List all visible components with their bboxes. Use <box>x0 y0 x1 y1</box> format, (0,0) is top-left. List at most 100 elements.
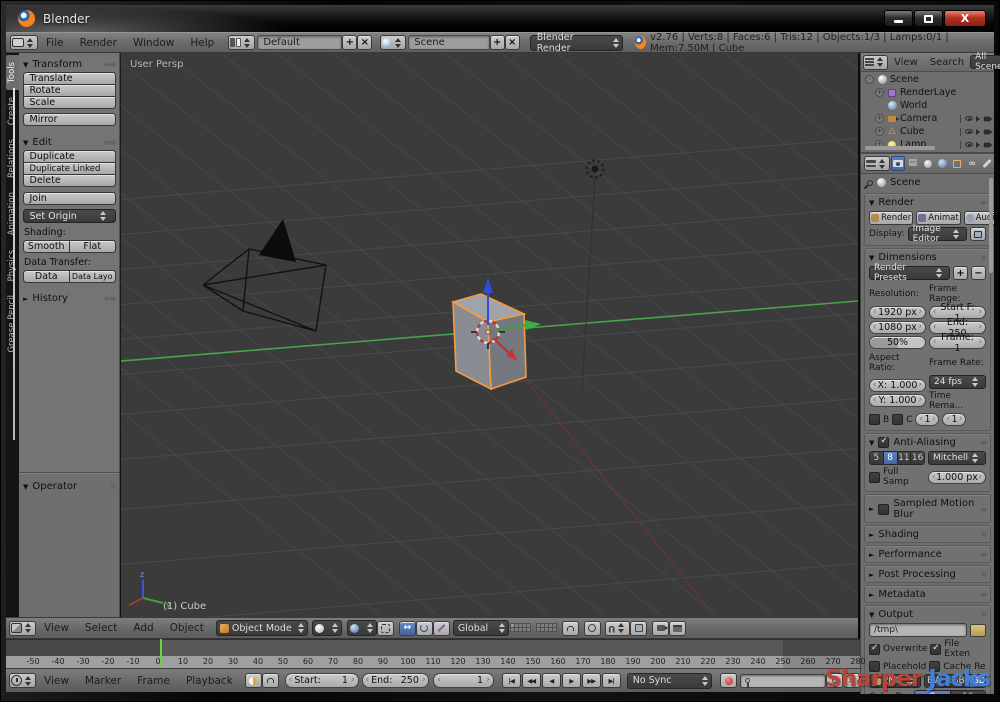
3dview-menu-view[interactable]: View <box>36 622 77 634</box>
minimize-button[interactable] <box>884 10 913 27</box>
render-panel-header[interactable]: ▼Render≡ <box>865 194 990 210</box>
data-transfer-data-button[interactable]: Data <box>23 270 70 283</box>
render-animation-button[interactable]: Animat <box>916 211 960 225</box>
selectability-cursor-icon[interactable] <box>976 116 980 122</box>
aa-sample-5[interactable]: 5 <box>870 452 884 464</box>
frame-step-field[interactable]: ‹Frame: 1› <box>929 336 986 349</box>
snap-target-button[interactable] <box>630 621 647 636</box>
timeline-ruler[interactable]: -50-40-30-20-100102030405060708090100110… <box>6 656 860 668</box>
panel-header-metadata[interactable]: ►Metadata≡ <box>865 586 990 602</box>
aspect-y-field[interactable]: ‹Y: 1.000› <box>869 394 926 407</box>
render-engine-dropdown[interactable]: Blender Render <box>530 35 623 51</box>
close-button[interactable]: X <box>944 10 986 27</box>
proportional-edit-toggle[interactable] <box>584 621 601 636</box>
layer-cell[interactable] <box>526 627 531 632</box>
keying-highlight-toggle[interactable] <box>245 673 262 688</box>
selectability-cursor-icon[interactable] <box>976 129 980 135</box>
outliner-scrollbar[interactable] <box>865 146 935 150</box>
menu-file[interactable]: File <box>38 37 72 49</box>
antialiasing-panel-header[interactable]: ▼ Anti-Aliasing≡ <box>865 434 990 450</box>
expander-icon[interactable]: + <box>875 127 884 136</box>
3dview-editor-type-icon[interactable] <box>9 621 36 636</box>
world-tab[interactable] <box>936 156 950 171</box>
modifiers-tab[interactable] <box>980 156 994 171</box>
object-tab[interactable] <box>950 156 964 171</box>
frame-start-input[interactable]: ‹Start:1› <box>285 673 359 688</box>
delete-button[interactable]: Delete <box>23 174 116 187</box>
snap-dropdown[interactable]: U <box>605 621 630 636</box>
panel-checkbox[interactable] <box>878 504 889 515</box>
timeline-editor-type-icon[interactable] <box>9 673 36 688</box>
resolution-percentage-slider[interactable]: 50% <box>869 336 926 349</box>
outliner-menu-search[interactable]: Search <box>924 57 970 68</box>
viewport-shading-dropdown[interactable] <box>312 620 342 636</box>
screen-layout-name-input[interactable]: Default <box>257 35 342 50</box>
display-options-button[interactable] <box>970 227 986 241</box>
timeline-menu-view[interactable]: View <box>36 675 77 687</box>
render-tab[interactable] <box>891 156 905 171</box>
overwrite-checkbox[interactable] <box>869 644 880 655</box>
current-frame-input[interactable]: ‹1› <box>433 673 493 688</box>
renderability-camera-icon[interactable] <box>984 116 990 121</box>
timeline-menu-frame[interactable]: Frame <box>129 675 178 687</box>
visibility-eye-icon[interactable] <box>965 142 973 147</box>
expander-icon[interactable]: + <box>875 88 884 97</box>
expander-icon[interactable]: - <box>865 75 874 84</box>
opengl-render-button[interactable] <box>652 621 669 636</box>
3d-viewport[interactable]: z y User Persp (1) Cube <box>121 53 858 617</box>
menu-render[interactable]: Render <box>72 37 125 49</box>
outliner-item-camera[interactable]: +Camera| <box>861 112 994 125</box>
screen-layout-icon[interactable] <box>228 35 255 50</box>
jump-to-start-button[interactable]: |◀ <box>502 673 521 688</box>
opengl-render-anim-button[interactable] <box>669 621 686 636</box>
file-extensions-checkbox[interactable] <box>930 644 941 655</box>
editor-type-selector[interactable] <box>10 35 38 50</box>
history-panel-header[interactable]: ►History≡≡ <box>19 290 119 306</box>
pivot-point-dropdown[interactable] <box>347 620 377 636</box>
timeline-menu-playback[interactable]: Playback <box>178 675 241 687</box>
render-still-button[interactable]: Render <box>869 211 913 225</box>
aa-sample-8[interactable]: 8 <box>884 452 898 464</box>
delete-layout-button[interactable]: × <box>357 35 372 50</box>
output-panel-header[interactable]: ▼Output≡ <box>865 606 990 622</box>
lock-to-scene-toggle[interactable] <box>562 621 579 636</box>
render-display-dropdown[interactable]: Image Editor <box>908 227 967 241</box>
remap-old-field[interactable]: ‹1› <box>915 413 939 426</box>
renderability-camera-icon[interactable] <box>984 129 990 134</box>
aspect-x-field[interactable]: ‹X: 1.000› <box>869 379 926 392</box>
rotate-manipulator-toggle[interactable] <box>416 621 433 636</box>
active-keying-set-field[interactable] <box>740 674 826 688</box>
remove-preset-button[interactable]: − <box>971 266 986 280</box>
menu-window[interactable]: Window <box>125 37 182 49</box>
shade-flat-button[interactable]: Flat <box>69 240 116 253</box>
jump-to-end-button[interactable]: ▶| <box>602 673 621 688</box>
delete-scene-button[interactable]: × <box>505 35 520 50</box>
timeline-canvas[interactable] <box>6 639 860 656</box>
scale-button[interactable]: Scale <box>23 96 116 109</box>
scene-selector-icon[interactable] <box>380 35 406 50</box>
play-button[interactable]: ▶ <box>562 673 581 688</box>
browse-folder-button[interactable] <box>970 624 986 637</box>
set-origin-dropdown[interactable]: Set Origin <box>23 209 116 223</box>
layer-cell[interactable] <box>552 627 557 632</box>
join-button[interactable]: Join <box>23 192 116 205</box>
antialiasing-checkbox[interactable] <box>878 437 889 448</box>
outliner-display-mode-dropdown[interactable]: All Scene <box>970 55 1000 69</box>
scene-tab[interactable] <box>921 156 935 171</box>
scene-name-input[interactable]: Scene <box>408 35 489 50</box>
renderability-camera-icon[interactable] <box>984 142 990 147</box>
constraints-tab[interactable]: ∞ <box>965 156 979 171</box>
outliner-editor-type-icon[interactable] <box>863 55 888 70</box>
render-presets-dropdown[interactable]: Render Presets <box>869 266 950 280</box>
expander-icon[interactable]: + <box>875 114 884 123</box>
auto-keyframe-record-button[interactable] <box>720 673 737 688</box>
sync-mode-dropdown[interactable]: No Sync <box>627 673 712 689</box>
pixel-filter-size-field[interactable]: ‹1.000 px› <box>928 471 986 484</box>
render-layers-tab[interactable]: ▤ <box>906 156 920 171</box>
play-reverse-button[interactable]: ◀ <box>542 673 561 688</box>
current-frame-playhead[interactable] <box>160 639 162 668</box>
visibility-eye-icon[interactable] <box>965 129 973 134</box>
crop-checkbox[interactable] <box>892 414 903 425</box>
outliner-menu-view[interactable]: View <box>888 57 924 68</box>
layers-grid-2[interactable] <box>537 624 557 632</box>
